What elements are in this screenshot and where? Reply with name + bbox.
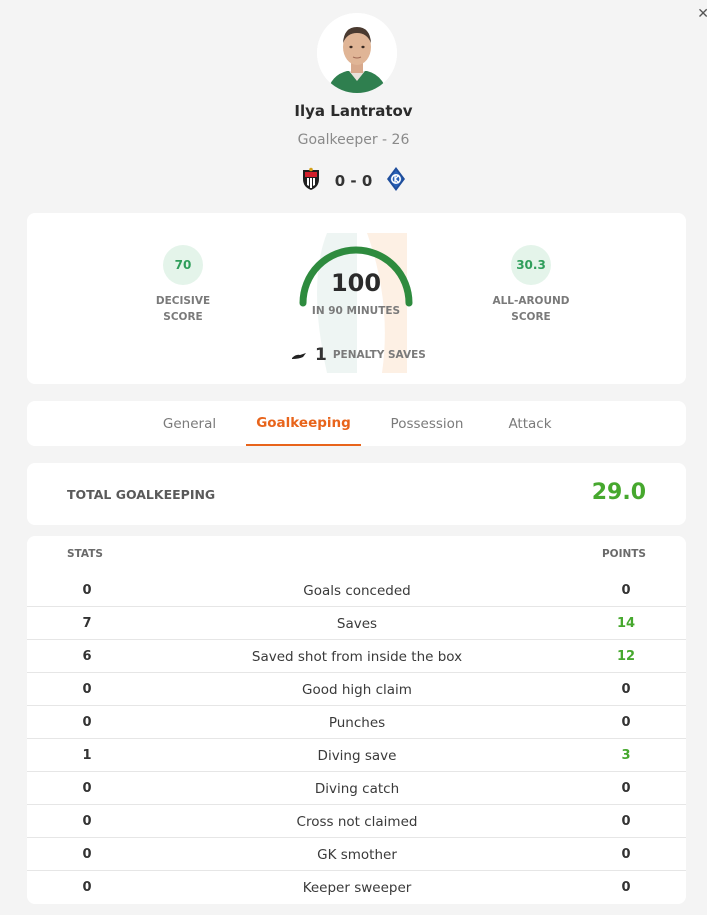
player-position-age: Goalkeeper - 26 [297,132,410,148]
score-summary-card: 70 DECISIVE SCORE 100 IN 90 MINUTES 30.3 … [27,213,686,384]
row-points: 0 [621,880,631,895]
row-label: Saves [336,616,378,632]
decisive-score-label: DECISIVE SCORE [155,295,211,323]
row-points: 12 [616,649,636,664]
total-goalkeeping-value: 29.0 [591,480,646,505]
row-label: Goals conceded [303,583,411,599]
table-row: 0 Keeper sweeper 0 [27,871,686,904]
table-row: 0 GK smother 0 [27,838,686,871]
all-around-score-label: ALL-AROUND SCORE [492,295,570,323]
total-score-value: 100 [330,269,382,297]
penalty-saves-count: 1 [315,345,327,365]
row-label: Good high claim [302,682,412,698]
table-row: 0 Diving catch 0 [27,772,686,805]
penalty-saves-row: 1 PENALTY SAVES [291,343,426,367]
total-score-caption: IN 90 MINUTES [311,305,401,317]
match-score: 0 - 0 [334,172,373,190]
row-stat-value: 0 [82,847,92,862]
row-label: GK smother [317,847,397,863]
row-stat-value: 0 [82,583,92,598]
row-stat-value: 6 [82,649,92,664]
row-stat-value: 0 [82,880,92,895]
tab-attack[interactable]: Attack [495,401,565,446]
tab-general[interactable]: General [147,401,232,446]
row-points: 0 [621,847,631,862]
away-team-crest-icon [386,166,406,196]
player-name: Ilya Lantratov [294,102,413,120]
row-stat-value: 1 [82,748,92,763]
row-points: 0 [621,781,631,796]
points-column-header: POINTS [601,548,646,560]
row-points: 0 [621,682,631,697]
close-icon[interactable]: ✕ [697,6,707,22]
all-around-score-badge: 30.3 [511,245,551,285]
row-label: Punches [328,715,386,731]
row-label: Cross not claimed [296,814,418,830]
row-points: 0 [621,583,631,598]
row-stat-value: 0 [82,682,92,697]
row-points: 0 [621,715,631,730]
table-row: 6 Saved shot from inside the box 12 [27,640,686,673]
row-stat-value: 0 [82,814,92,829]
stats-column-header: STATS [67,548,103,560]
stats-table: STATS POINTS 0 Goals conceded 0 7 Saves … [27,536,686,904]
penalty-saves-label: PENALTY SAVES [332,349,426,361]
row-label: Diving catch [314,781,400,797]
row-stat-value: 7 [82,616,92,631]
row-label: Saved shot from inside the box [251,649,463,665]
tab-possession[interactable]: Possession [377,401,477,446]
table-row: 0 Punches 0 [27,706,686,739]
row-stat-value: 0 [82,715,92,730]
total-goalkeeping-card: TOTAL GOALKEEPING 29.0 [27,463,686,525]
row-points: 0 [621,814,631,829]
table-row: 0 Good high claim 0 [27,673,686,706]
row-stat-value: 0 [82,781,92,796]
row-points: 14 [616,616,636,631]
decisive-score-badge: 70 [163,245,203,285]
row-points: 3 [621,748,631,763]
goalkeeper-glove-icon [291,346,307,365]
row-label: Diving save [317,748,397,764]
row-label: Keeper sweeper [302,880,412,896]
table-row: 1 Diving save 3 [27,739,686,772]
table-row: 0 Cross not claimed 0 [27,805,686,838]
home-team-crest-icon [301,167,321,195]
total-goalkeeping-label: TOTAL GOALKEEPING [67,487,216,502]
category-tabs: General Goalkeeping Possession Attack [27,401,686,446]
player-avatar [317,13,397,93]
match-score-line: 0 - 0 [0,166,707,196]
tab-goalkeeping[interactable]: Goalkeeping [246,401,361,446]
table-row: 7 Saves 14 [27,607,686,640]
table-row: 0 Goals conceded 0 [27,574,686,607]
